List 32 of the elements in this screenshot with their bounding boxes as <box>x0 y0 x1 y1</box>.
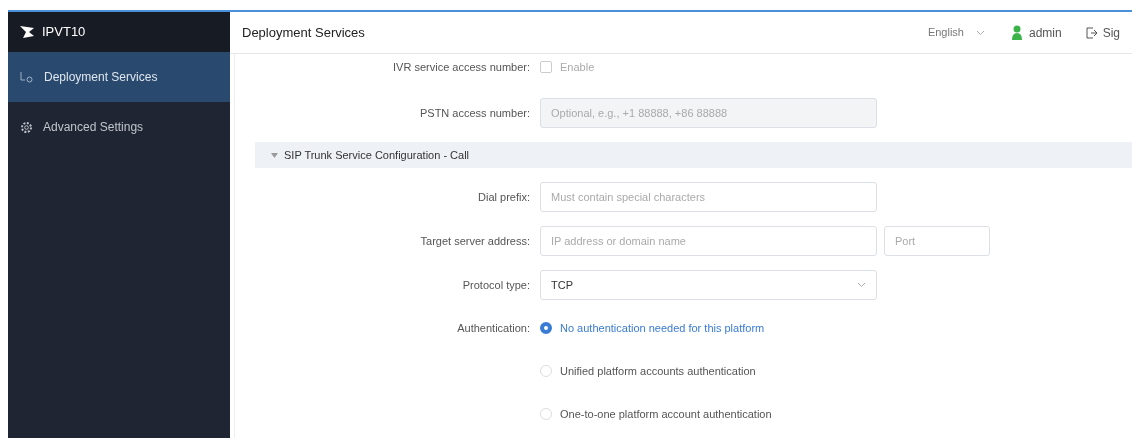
brand-name: IPVT10 <box>42 23 86 42</box>
logo-icon <box>20 26 34 38</box>
sign-out-icon <box>1085 26 1098 39</box>
radio-label: No authentication needed for this platform <box>560 320 765 336</box>
user-name[interactable]: admin <box>1028 23 1062 42</box>
section-header[interactable]: SIP Trunk Service Configuration - Call <box>255 142 1132 168</box>
field-label: Protocol type: <box>461 277 531 293</box>
chevron-down-icon <box>857 282 866 288</box>
radio-button[interactable] <box>540 322 552 334</box>
gear-icon <box>20 120 33 134</box>
input-field[interactable]: IP address or domain name <box>540 226 877 256</box>
chevron-down-icon <box>975 29 985 36</box>
checkbox[interactable] <box>540 61 552 73</box>
protocol-dropdown[interactable]: TCP <box>540 270 877 300</box>
input-field[interactable]: Must contain special characters <box>540 182 877 212</box>
field-label: Dial prefix: <box>477 189 531 205</box>
page-title: Deployment Services <box>242 23 365 42</box>
radio-label: Unified platform accounts authentication <box>560 363 756 379</box>
field-label: IVR service access number: <box>392 59 531 75</box>
deploy-icon <box>20 70 34 84</box>
sign-out-link[interactable]: Sig <box>1102 23 1120 42</box>
sidebar-item[interactable]: Advanced Settings <box>8 102 230 152</box>
field-label: Authentication: <box>456 320 531 336</box>
radio-label: One-to-one platform account authentication <box>560 406 772 422</box>
input-field[interactable]: Port <box>884 226 990 256</box>
field-label: PSTN access number: <box>418 105 531 121</box>
sidebar-item[interactable]: Deployment Services <box>8 52 230 102</box>
caret-down-icon <box>271 152 278 158</box>
user-icon <box>1010 25 1023 40</box>
field-label: Target server address: <box>419 233 531 249</box>
checkbox-label: Enable <box>560 59 595 75</box>
language-dropdown[interactable]: English <box>927 24 985 41</box>
